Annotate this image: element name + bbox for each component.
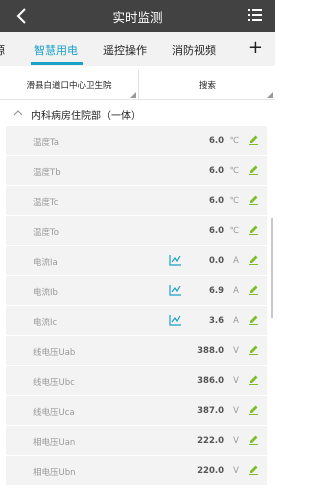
measurement-row: 线电压Ubc 386.0 V <box>6 366 267 396</box>
measurement-row: 电流Ia 0.0 A <box>6 246 267 276</box>
measurement-name: 线电压Ubc <box>33 378 75 388</box>
pencil-icon[interactable] <box>249 195 258 205</box>
measurement-row: 相电压Ubn 220.0 V <box>6 456 267 486</box>
pencil-icon[interactable] <box>249 435 258 445</box>
measurement-name: 温度Tc <box>33 198 59 208</box>
pencil-icon[interactable] <box>249 135 258 145</box>
measurement-name: 温度To <box>33 228 59 238</box>
tab-smart-electricity[interactable]: 智慧用电 <box>34 42 78 58</box>
measurement-row: 线电压Uab 388.0 V <box>6 336 267 366</box>
group-header[interactable]: 内科病房住院部（一体） <box>0 100 275 127</box>
measurement-unit: V <box>233 406 239 416</box>
measurement-name: 相电压Ubn <box>33 468 76 478</box>
pencil-icon[interactable] <box>249 285 258 295</box>
measurement-unit: A <box>233 316 239 326</box>
measurement-value: 6.0 <box>208 226 224 236</box>
tab-fire-video[interactable]: 消防视频 <box>172 42 216 58</box>
measurement-value: 6.9 <box>208 286 224 296</box>
measurement-unit: A <box>233 286 239 296</box>
pencil-icon[interactable] <box>249 315 258 325</box>
group-label: 内科病房住院部（一体） <box>31 111 141 122</box>
measurement-list: 温度Ta 6.0 ℃ 温度Tb 6.0 ℃ 温度Tc 6.0 ℃ 温度To 6.0 ℃ 电流Ia 0.0 A… <box>6 126 267 486</box>
chevron-up-icon <box>13 110 23 116</box>
station-selector[interactable]: 滑县白道口中心卫生院 <box>0 70 139 100</box>
measurement-unit: V <box>233 346 239 356</box>
pencil-icon[interactable] <box>249 345 258 355</box>
trend-chart-icon[interactable] <box>169 284 182 296</box>
measurement-unit: ℃ <box>229 136 239 146</box>
measurement-unit: ℃ <box>229 196 239 206</box>
measurement-row: 温度To 6.0 ℃ <box>6 216 267 246</box>
measurement-row: 电流Ib 6.9 A <box>6 276 267 306</box>
measurement-row: 相电压Uan 222.0 V <box>6 426 267 456</box>
scrollbar[interactable] <box>271 218 273 318</box>
tab-bar: 源 智慧用电 遥控操作 消防视频 + <box>0 32 275 66</box>
measurement-row: 温度Tc 6.0 ℃ <box>6 186 267 216</box>
pencil-icon[interactable] <box>249 405 258 415</box>
measurement-row: 电流Ic 3.6 A <box>6 306 267 336</box>
measurement-row: 温度Ta 6.0 ℃ <box>6 126 267 156</box>
measurement-unit: V <box>233 376 239 386</box>
measurement-value: 0.0 <box>208 256 224 266</box>
measurement-value: 222.0 <box>197 436 224 446</box>
pencil-icon[interactable] <box>249 255 258 265</box>
trend-chart-icon[interactable] <box>169 314 182 326</box>
measurement-value: 220.0 <box>197 466 224 476</box>
active-tab-indicator <box>31 62 83 65</box>
measurement-unit: A <box>233 256 239 266</box>
measurement-name: 电流Ic <box>33 318 58 328</box>
measurement-name: 线电压Uca <box>33 408 75 418</box>
measurement-value: 6.0 <box>208 196 224 206</box>
tab-partial[interactable]: 源 <box>0 42 5 58</box>
dropdown-corner-icon <box>130 92 136 98</box>
filter-bar: 滑县白道口中心卫生院 搜索 <box>0 70 275 100</box>
search-label: 搜索 <box>198 81 216 91</box>
measurement-value: 6.0 <box>208 136 224 146</box>
measurement-unit: V <box>233 466 239 476</box>
search-button[interactable]: 搜索 <box>140 70 275 100</box>
list-menu-icon[interactable] <box>248 9 262 21</box>
measurement-value: 386.0 <box>197 376 224 386</box>
app-header: 实时监测 <box>0 0 275 32</box>
measurement-name: 电流Ia <box>33 258 58 268</box>
pencil-icon[interactable] <box>249 465 258 475</box>
measurement-row: 温度Tb 6.0 ℃ <box>6 156 267 186</box>
measurement-name: 电流Ib <box>33 288 58 298</box>
trend-chart-icon[interactable] <box>169 254 182 266</box>
measurement-name: 相电压Uan <box>33 438 76 448</box>
dropdown-corner-icon <box>267 92 273 98</box>
station-name: 滑县白道口中心卫生院 <box>26 81 112 91</box>
measurement-value: 387.0 <box>197 406 224 416</box>
pencil-icon[interactable] <box>249 165 258 175</box>
measurement-value: 6.0 <box>208 166 224 176</box>
measurement-value: 3.6 <box>208 316 224 326</box>
pencil-icon[interactable] <box>249 225 258 235</box>
pencil-icon[interactable] <box>249 375 258 385</box>
measurement-unit: ℃ <box>229 166 239 176</box>
add-tab-button[interactable]: + <box>248 37 263 58</box>
measurement-name: 温度Ta <box>33 138 59 148</box>
measurement-value: 388.0 <box>197 346 224 356</box>
measurement-unit: V <box>233 436 239 446</box>
measurement-name: 温度Tb <box>33 168 61 178</box>
tab-remote-control[interactable]: 遥控操作 <box>103 42 147 58</box>
measurement-row: 线电压Uca 387.0 V <box>6 396 267 426</box>
page-title: 实时监测 <box>112 10 163 25</box>
measurement-unit: ℃ <box>229 226 239 236</box>
measurement-name: 线电压Uab <box>33 348 76 358</box>
